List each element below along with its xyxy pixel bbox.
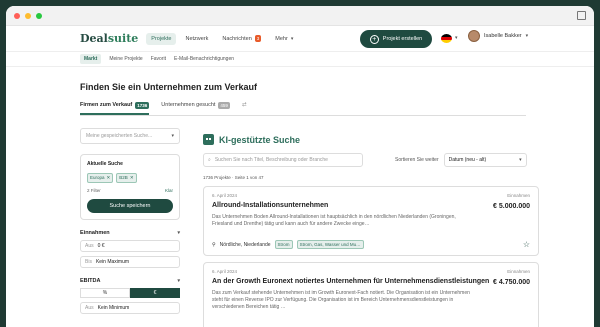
avatar [468, 30, 480, 42]
top-navigation: Dealsuite Projekte Netzwerk Nachrichten 3… [6, 26, 594, 52]
minimize-window-icon[interactable] [25, 12, 31, 19]
chevron-down-icon: ▾ [177, 230, 180, 236]
nav-projekte[interactable]: Projekte [146, 32, 177, 45]
user-menu[interactable]: Isabelle Bakker ▾ [468, 30, 528, 42]
revenue-filter-header[interactable]: Einnahmen ▾ [80, 230, 180, 236]
listing-title[interactable]: An der Growth Euronext notiertes Unterne… [212, 278, 530, 285]
listing-card[interactable]: 6. April 2024 Allround-Installationsunte… [203, 186, 539, 256]
location-pin-icon: ⚲ [212, 241, 216, 248]
expand-icon[interactable] [577, 11, 586, 20]
filter-chip[interactable]: Europa ✕ [87, 173, 114, 183]
chevron-down-icon[interactable]: ▾ [455, 35, 458, 41]
nav-netzwerk[interactable]: Netzwerk [180, 33, 213, 45]
messages-badge: 3 [254, 35, 262, 42]
swap-icon[interactable]: ⇄ [242, 102, 247, 115]
ebitda-filter-header[interactable]: EBITDA ▾ [80, 278, 180, 284]
listing-card[interactable]: 6. April 2024 An der Growth Euronext not… [203, 262, 539, 327]
results-area: KI-gestützte Suche ⌕ Suchen Sie nach Tite… [203, 134, 539, 327]
create-project-button[interactable]: + Projekt erstellen [360, 30, 432, 48]
revenue-from-field[interactable]: Aus 0 € [80, 240, 180, 252]
sort-select[interactable]: Datum (neu - alt) ▾ [443, 153, 527, 167]
filter-chip[interactable]: B2B ✕ [116, 173, 137, 183]
tag[interactable]: Strom [274, 240, 293, 249]
listing-title[interactable]: Allround-Installationsunternehmen [212, 202, 530, 209]
search-icon: ⌕ [208, 157, 211, 163]
euro-option[interactable]: € [130, 288, 180, 298]
save-search-button[interactable]: Suche speichern [87, 199, 173, 213]
tab-bar: Firmen zum Verkauf 1736 Unternehmen gesuc… [80, 102, 526, 116]
chevron-down-icon: ▾ [290, 35, 294, 42]
subnav-email-alerts[interactable]: E-Mail-Benachrichtigungen [174, 56, 234, 62]
subnav-markt[interactable]: Markt [80, 54, 102, 64]
close-icon: ✕ [106, 175, 111, 180]
listing-price: € 5.000.000 [493, 203, 530, 210]
filter-sidebar: Meine gespeicherten Suche... ▾ Aktuelle S… [80, 128, 180, 314]
sub-navigation: Markt Meine Projekte Favorit E-Mail-Bena… [6, 52, 594, 67]
chevron-down-icon: ▾ [525, 33, 529, 39]
star-icon[interactable]: ☆ [523, 240, 530, 249]
ai-search-heading: KI-gestützte Suche [203, 134, 539, 145]
ebitda-unit-toggle[interactable]: % € [80, 288, 180, 298]
percent-option[interactable]: % [80, 288, 130, 298]
logo[interactable]: Dealsuite [80, 32, 138, 45]
window-titlebar [6, 6, 594, 26]
chevron-down-icon: ▾ [171, 133, 174, 139]
clear-filters-link[interactable]: Klar [165, 188, 173, 193]
tab-for-sale[interactable]: Firmen zum Verkauf 1736 [80, 102, 150, 115]
close-icon: ✕ [129, 175, 134, 180]
tab-wanted[interactable]: Unternehmen gesucht 459 [161, 102, 230, 115]
results-count: 1736 Projekte · Seite 1 von 47 [203, 175, 264, 180]
robot-icon [203, 134, 214, 145]
ebitda-from-field[interactable]: Aus Kein Minimum [80, 302, 180, 314]
current-search-card: Aktuelle Suche Europa ✕ B2B ✕ 2 Filter Klar… [80, 154, 180, 220]
close-window-icon[interactable] [14, 12, 20, 19]
revenue-to-field[interactable]: Bis Kein Maximum [80, 256, 180, 268]
app-window: Dealsuite Projekte Netzwerk Nachrichten 3… [6, 6, 594, 327]
page-title: Finden Sie ein Unternehmen zum Verkauf [80, 82, 258, 92]
plus-icon: + [369, 34, 379, 44]
search-input[interactable]: ⌕ Suchen Sie nach Titel, Beschreibung ode… [203, 153, 363, 167]
nav-mehr[interactable]: Mehr ▾ [270, 33, 298, 45]
subnav-favorit[interactable]: Favorit [151, 56, 166, 62]
german-flag-icon[interactable] [441, 34, 452, 43]
chevron-down-icon: ▾ [519, 157, 522, 163]
nav-nachrichten[interactable]: Nachrichten 3 [217, 32, 266, 45]
saved-search-select[interactable]: Meine gespeicherten Suche... ▾ [80, 128, 180, 144]
subnav-meine-projekte[interactable]: Meine Projekte [109, 56, 142, 62]
maximize-window-icon[interactable] [36, 12, 42, 19]
chevron-down-icon: ▾ [177, 278, 180, 284]
listing-price: € 4.750.000 [493, 279, 530, 286]
tag[interactable]: Strom, Gas, Wasser und Mu… [296, 240, 364, 249]
